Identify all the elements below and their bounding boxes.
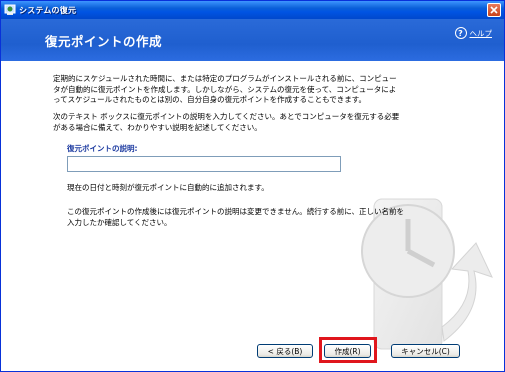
close-button[interactable] xyxy=(487,3,501,17)
intro-paragraph: 定期的にスケジュールされた時間に、または特定のプログラムがインストールされる前に… xyxy=(53,74,397,104)
wizard-content: 定期的にスケジュールされた時間に、または特定のプログラムがインストールされる前に… xyxy=(1,61,504,371)
description-label: 復元ポイントの説明: xyxy=(67,144,138,153)
system-restore-icon xyxy=(4,4,16,16)
wizard-header: 復元ポイントの作成 ? ヘルプ xyxy=(1,19,504,61)
help-label[interactable]: ヘルプ xyxy=(470,28,493,39)
page-title: 復元ポイントの作成 xyxy=(45,34,163,49)
title-bar[interactable]: システムの復元 xyxy=(1,1,504,19)
help-link[interactable]: ? ヘルプ xyxy=(454,27,493,39)
system-restore-window: システムの復元 復元ポイントの作成 ? ヘルプ 定期的にスケジュールされた時間に… xyxy=(0,0,505,372)
back-button[interactable]: < 戻る(B) xyxy=(257,344,313,358)
instruction-paragraph: 次のテキスト ボックスに復元ポイントの説明を入力してください。あとでコンピュータ… xyxy=(53,112,400,132)
window-title: システムの復元 xyxy=(19,5,77,15)
create-button[interactable]: 作成(R) xyxy=(324,344,371,358)
warning-note: この復元ポイントの作成後には復元ポイントの説明は変更できません。続行する前に、正… xyxy=(67,207,405,227)
close-icon xyxy=(490,6,498,14)
timestamp-note: 現在の日付と時刻が復元ポイントに自動的に追加されます。 xyxy=(67,183,269,192)
help-icon: ? xyxy=(454,27,467,39)
cancel-button[interactable]: キャンセル(C) xyxy=(391,344,460,358)
restore-point-description-input[interactable] xyxy=(67,156,341,172)
